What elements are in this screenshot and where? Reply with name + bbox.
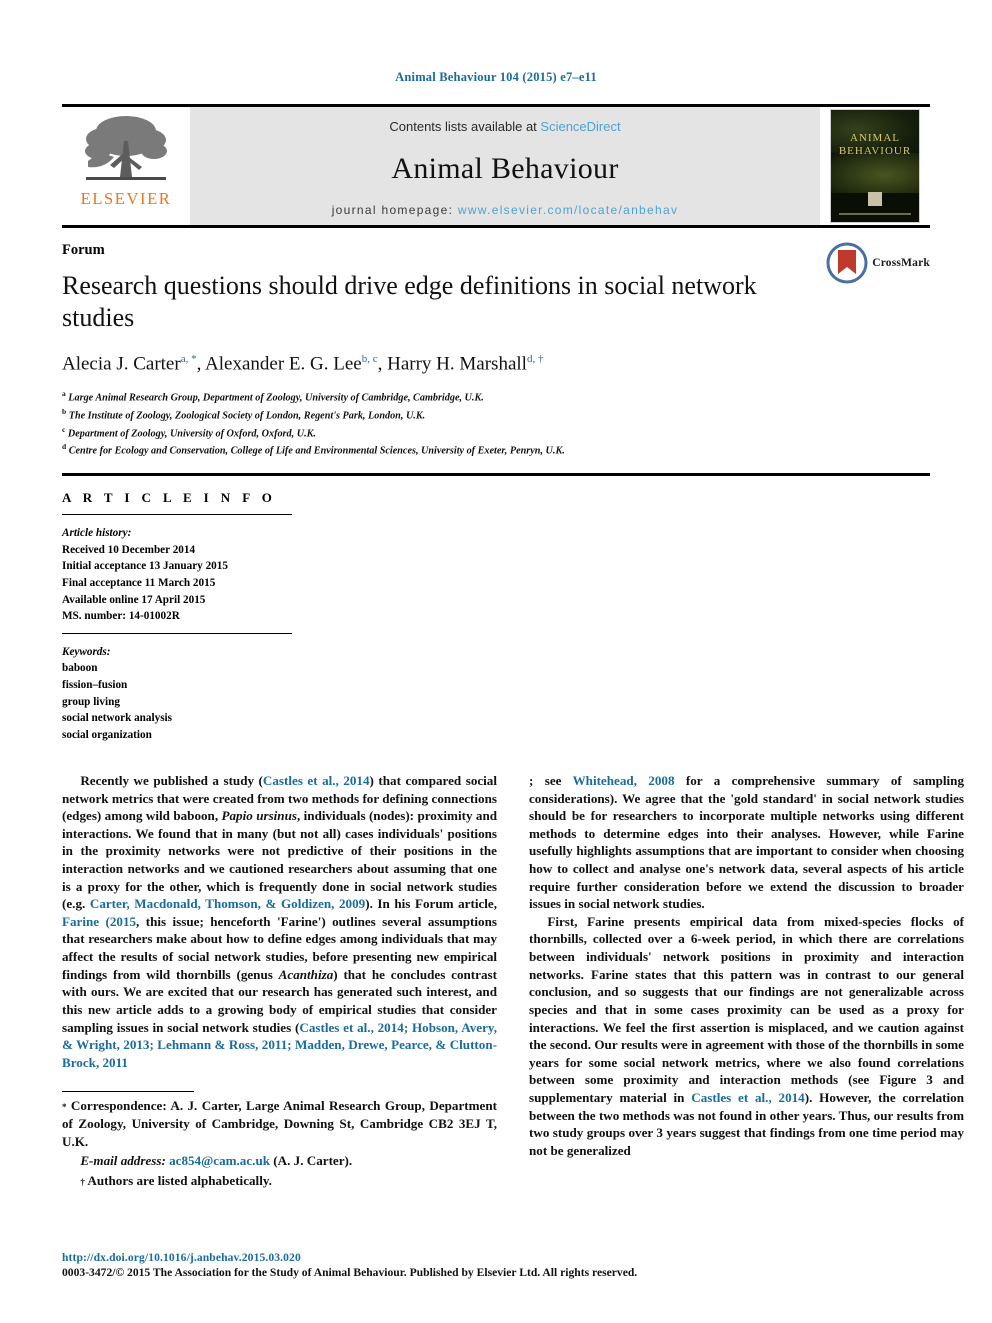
cover-society-seal-icon xyxy=(868,192,882,206)
article-body: Recently we published a study (Castles e… xyxy=(62,772,964,1191)
email-label: E-mail address: xyxy=(80,1153,166,1169)
affiliation-item: b The Institute of Zoology, Zoological S… xyxy=(62,406,930,424)
keyword-item: fission–fusion xyxy=(62,678,128,691)
cover-title-line2: BEHAVIOUR xyxy=(838,145,912,157)
journal-masthead: ELSEVIER Contents lists available at Sci… xyxy=(62,104,930,228)
history-item: MS. number: 14-01002R xyxy=(62,610,180,623)
history-item: Final acceptance 11 March 2015 xyxy=(62,577,216,590)
body-paragraph: Recently we published a study (Castles e… xyxy=(62,772,497,1071)
keyword-item: social organization xyxy=(62,728,152,741)
journal-homepage-link[interactable]: www.elsevier.com/locate/anbehav xyxy=(458,203,678,217)
citation-link[interactable]: Carter, Macdonald, Thomson, & Goldizen, … xyxy=(90,896,365,911)
author-affil-marks[interactable]: d, † xyxy=(527,353,544,365)
affiliation-text: Department of Zoology, University of Oxf… xyxy=(67,427,316,439)
author-affil-marks[interactable]: b, c xyxy=(362,353,378,365)
keywords-label: Keywords: xyxy=(62,645,111,658)
text-run: First, Farine presents empirical data fr… xyxy=(529,913,964,1105)
affiliation-mark: a xyxy=(62,388,66,398)
keyword-item: social network analysis xyxy=(62,712,173,725)
article-history-label: Article history: xyxy=(62,527,132,540)
page-title: Research questions should drive edge def… xyxy=(62,271,757,332)
author-name: Harry H. Marshall xyxy=(387,353,527,375)
history-item: Initial acceptance 13 January 2015 xyxy=(62,560,228,573)
author-name: Alecia J. Carter xyxy=(62,353,181,375)
genus-name: Acanthiza xyxy=(278,966,334,982)
crossmark-label: CrossMark xyxy=(872,257,930,269)
affiliation-item: c Department of Zoology, University of O… xyxy=(62,424,930,442)
running-head: Animal Behaviour 104 (2015) e7–e11 xyxy=(395,70,597,84)
history-item: Available online 17 April 2015 xyxy=(62,593,206,606)
text-run: ). In his Forum article, xyxy=(365,896,497,912)
citation-link[interactable]: Whitehead, 2008 xyxy=(573,773,675,788)
affiliation-text: The Institute of Zoology, Zoological Soc… xyxy=(68,410,426,422)
journal-homepage-line: journal homepage: www.elsevier.com/locat… xyxy=(332,203,679,217)
keyword-item: baboon xyxy=(62,662,98,675)
keyword-item: group living xyxy=(62,695,120,708)
affiliation-item: a Large Animal Research Group, Departmen… xyxy=(62,388,930,406)
affiliation-mark: d xyxy=(62,442,67,452)
body-column-right: ; see Whitehead, 2008 for a comprehensiv… xyxy=(529,772,964,1191)
article-info-block: A R T I C L E I N F O Article history: R… xyxy=(62,476,930,743)
article-header: CrossMark Forum Research questions shoul… xyxy=(62,228,930,459)
footnote-text: Correspondence: A. J. Carter, Large Anim… xyxy=(62,1098,498,1149)
masthead-center: Contents lists available at ScienceDirec… xyxy=(190,107,820,225)
cover-footer-rule xyxy=(839,213,911,215)
species-name: Papio ursinus xyxy=(221,808,297,824)
author-name: Alexander E. G. Lee xyxy=(205,353,362,375)
footnote-email: E-mail address: ac854@cam.ac.uk (A. J. C… xyxy=(62,1152,497,1170)
email-owner: (A. J. Carter). xyxy=(273,1153,353,1169)
body-paragraph: First, Farine presents empirical data fr… xyxy=(529,913,964,1160)
body-paragraph: ; see Whitehead, 2008 for a comprehensiv… xyxy=(529,772,964,913)
keywords-block: Keywords: baboon fission–fusion group li… xyxy=(62,644,294,743)
contents-available-line: Contents lists available at ScienceDirec… xyxy=(389,119,620,134)
footnote-text: Authors are listed alphabetically. xyxy=(87,1172,272,1188)
page-footer: http://dx.doi.org/10.1016/j.anbehav.2015… xyxy=(62,1251,637,1279)
email-link[interactable]: ac854@cam.ac.uk xyxy=(169,1153,270,1168)
doi-link[interactable]: http://dx.doi.org/10.1016/j.anbehav.2015… xyxy=(62,1251,637,1264)
body-column-left: Recently we published a study (Castles e… xyxy=(62,772,497,1191)
footnote-correspondence: * Correspondence: A. J. Carter, Large An… xyxy=(62,1097,497,1150)
affiliation-list: a Large Animal Research Group, Departmen… xyxy=(62,388,930,460)
sciencedirect-link[interactable]: ScienceDirect xyxy=(540,119,620,134)
cover-art-middle xyxy=(831,152,919,198)
article-section-label: Forum xyxy=(62,242,105,258)
article-history: Article history: Received 10 December 20… xyxy=(62,525,294,624)
affiliation-item: d Centre for Ecology and Conservation, C… xyxy=(62,441,930,459)
footnote-mark-dagger: † xyxy=(80,1176,85,1187)
crossmark-icon xyxy=(826,242,868,284)
footnote-divider xyxy=(62,1091,194,1093)
text-run: Recently we published a study ( xyxy=(80,773,263,788)
journal-cover-thumbnail[interactable]: ANIMAL BEHAVIOUR xyxy=(830,109,920,223)
author-list: Alecia J. Cartera, *, Alexander E. G. Le… xyxy=(62,353,544,375)
elsevier-wordmark: ELSEVIER xyxy=(80,189,172,208)
journal-cover-cell: ANIMAL BEHAVIOUR xyxy=(820,107,930,225)
elsevier-logo: ELSEVIER xyxy=(62,107,190,225)
journal-article-page: Animal Behaviour 104 (2015) e7–e11 ELSEV… xyxy=(0,0,992,1323)
citation-link: ; see xyxy=(529,773,573,788)
copyright-notice: 0003-3472/© 2015 The Association for the… xyxy=(62,1266,638,1279)
footnote-mark-asterisk: * xyxy=(62,1102,67,1113)
citation-link[interactable]: Castles et al., 2014 xyxy=(263,773,370,788)
footnote-block: * Correspondence: A. J. Carter, Large An… xyxy=(62,1097,497,1189)
divider-under-info-heading xyxy=(62,514,292,516)
homepage-prefix: journal homepage: xyxy=(331,203,458,217)
affiliation-text: Large Animal Research Group, Department … xyxy=(68,392,484,404)
text-run: for a comprehensive summary of sampling … xyxy=(529,773,965,912)
footnote-dagger: † Authors are listed alphabetically. xyxy=(62,1172,497,1190)
history-item: Received 10 December 2014 xyxy=(62,543,196,556)
contents-prefix: Contents lists available at xyxy=(389,119,541,134)
divider-above-keywords xyxy=(62,632,292,634)
article-info-heading: A R T I C L E I N F O xyxy=(62,490,277,506)
author-affil-marks[interactable]: a, * xyxy=(181,353,197,365)
affiliation-mark: c xyxy=(62,424,66,434)
affiliation-mark: b xyxy=(62,406,67,416)
cover-title-line1: ANIMAL xyxy=(850,132,900,144)
citation-link[interactable]: Castles et al., 2014 xyxy=(691,1090,804,1105)
elsevier-tree-icon xyxy=(85,116,167,180)
crossmark-badge[interactable]: CrossMark xyxy=(826,242,930,284)
journal-title: Animal Behaviour xyxy=(391,151,619,185)
affiliation-text: Centre for Ecology and Conservation, Col… xyxy=(68,445,565,457)
citation-link[interactable]: Farine (2015 xyxy=(62,914,136,929)
